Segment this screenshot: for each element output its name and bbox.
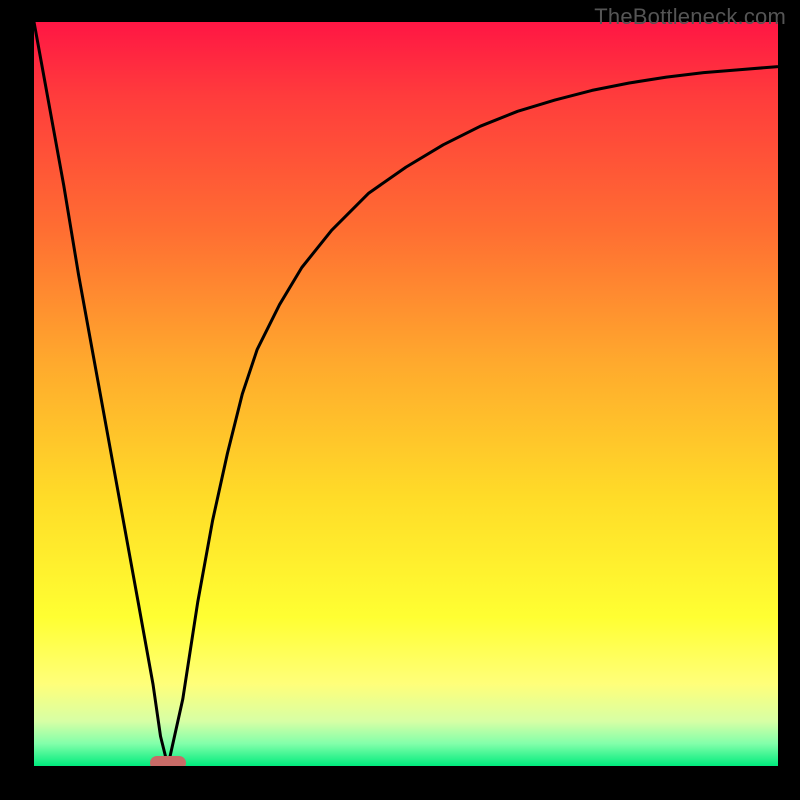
chart-frame: TheBottleneck.com	[0, 0, 800, 800]
plot-area	[34, 22, 778, 766]
optimum-marker	[150, 756, 186, 766]
watermark-text: TheBottleneck.com	[594, 4, 786, 30]
bottleneck-curve	[34, 22, 778, 766]
